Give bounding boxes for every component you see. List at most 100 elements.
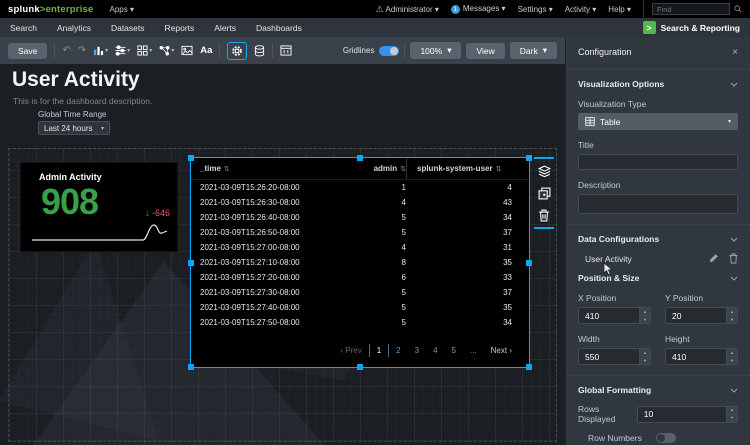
add-layout-button[interactable]: ▾ xyxy=(137,45,152,56)
configuration-panel-button[interactable] xyxy=(227,42,247,60)
global-formatting-label: Global Formatting xyxy=(578,385,651,395)
layers-button[interactable] xyxy=(538,165,551,178)
messages-menu[interactable]: 1Messages ▾ xyxy=(451,4,506,14)
cell-time: 2021-03-09T15:26:50-08:00 xyxy=(191,228,361,237)
dashboard-description: This is for the dashboard description. xyxy=(13,96,152,106)
increment-icon[interactable]: ▴ xyxy=(727,349,737,356)
selection-handle-middle-left[interactable] xyxy=(188,260,194,266)
administrator-menu[interactable]: ⚠ Administrator ▾ xyxy=(376,4,439,15)
row-numbers-toggle[interactable] xyxy=(656,433,676,443)
activity-menu[interactable]: Activity ▾ xyxy=(565,5,597,14)
sort-icon: ⇅ xyxy=(496,165,502,173)
nav-item-reports[interactable]: Reports xyxy=(165,23,195,33)
nav-item-dashboards[interactable]: Dashboards xyxy=(256,23,302,33)
delete-button[interactable] xyxy=(538,209,550,222)
decrement-icon[interactable]: ▾ xyxy=(727,315,737,323)
decrement-icon[interactable]: ▾ xyxy=(727,414,737,422)
source-editor-button[interactable] xyxy=(280,45,292,56)
pagination-next[interactable]: Next › xyxy=(484,344,519,357)
selection-handle-top-left[interactable] xyxy=(188,155,194,161)
add-shapes-button[interactable]: ▾ xyxy=(159,45,174,56)
app-context[interactable]: > Search & Reporting xyxy=(643,21,740,34)
apps-menu[interactable]: Apps ▾ xyxy=(110,5,134,14)
cell-system-user: 37 xyxy=(406,228,521,237)
nav-item-datasets[interactable]: Datasets xyxy=(111,23,145,33)
add-input-button[interactable]: ▾ xyxy=(115,45,130,56)
increment-icon[interactable]: ▴ xyxy=(640,308,650,315)
height-stepper[interactable]: 410 ▴▾ xyxy=(665,348,738,365)
redo-icon[interactable]: ↷ xyxy=(78,45,86,56)
theme-dropdown[interactable]: Dark ▾ xyxy=(510,42,557,59)
selection-handle-middle-right[interactable] xyxy=(526,260,532,266)
nav-item-analytics[interactable]: Analytics xyxy=(57,23,91,33)
delete-datasource-icon[interactable] xyxy=(729,253,738,264)
edit-pencil-icon[interactable] xyxy=(709,253,719,264)
add-image-button[interactable] xyxy=(181,45,193,56)
help-menu[interactable]: Help ▾ xyxy=(608,5,631,14)
cell-time: 2021-03-09T15:27:10-08:00 xyxy=(191,258,361,267)
undo-icon[interactable]: ↶ xyxy=(62,45,70,56)
splunk-logo[interactable]: splunk>enterprise xyxy=(8,4,94,15)
cell-system-user: 4 xyxy=(406,183,521,192)
cell-system-user: 37 xyxy=(406,288,521,297)
column-header-time[interactable]: _time⇅ xyxy=(191,164,361,173)
zoom-level-dropdown[interactable]: 100%▾ xyxy=(410,42,461,59)
selection-handle-bottom-left[interactable] xyxy=(188,364,194,370)
time-range-value: Last 24 hours xyxy=(44,124,92,133)
time-range-dropdown[interactable]: Last 24 hours ▾ xyxy=(38,121,110,135)
selection-handle-bottom-right[interactable] xyxy=(526,364,532,370)
decrement-icon[interactable]: ▾ xyxy=(727,356,737,364)
find-input[interactable] xyxy=(652,3,730,15)
table-row: 2021-03-09T15:27:10-08:00835 xyxy=(191,255,529,270)
single-value-panel[interactable]: Admin Activity 908 ↓ -646 xyxy=(20,162,178,252)
column-header-system-user[interactable]: splunk-system-user⇅ xyxy=(406,158,521,179)
y-position-stepper[interactable]: 20 ▴▾ xyxy=(665,307,738,324)
save-button[interactable]: Save xyxy=(8,43,47,59)
duplicate-button[interactable] xyxy=(538,187,551,200)
height-value: 410 xyxy=(666,349,726,364)
increment-icon[interactable]: ▴ xyxy=(727,407,737,414)
pagination-page-2[interactable]: 2 xyxy=(389,344,407,357)
cell-admin: 5 xyxy=(361,288,406,297)
width-stepper[interactable]: 550 ▴▾ xyxy=(578,348,651,365)
chevron-down-icon: ▾ xyxy=(543,45,547,56)
decrement-icon[interactable]: ▾ xyxy=(640,315,650,323)
selection-handle-bottom-middle[interactable] xyxy=(357,364,363,370)
pagination-prev[interactable]: ‹ Prev xyxy=(333,344,368,357)
description-input[interactable] xyxy=(578,194,738,214)
viz-type-dropdown[interactable]: Table ▾ xyxy=(578,113,738,130)
cell-time: 2021-03-09T15:27:20-08:00 xyxy=(191,273,361,282)
top-app-bar: splunk>enterprise Apps ▾ ⚠ Administrator… xyxy=(0,0,750,18)
logo-secondary: >enterprise xyxy=(40,4,94,15)
global-formatting-section-header[interactable]: Global Formatting xyxy=(578,385,738,395)
table-panel[interactable]: _time⇅ admin⇅ splunk-system-user⇅ 2021-0… xyxy=(190,157,530,368)
column-header-admin[interactable]: admin⇅ xyxy=(361,164,406,173)
gridlines-toggle[interactable] xyxy=(379,46,399,56)
x-position-stepper[interactable]: 410 ▴▾ xyxy=(578,307,651,324)
settings-menu[interactable]: Settings ▾ xyxy=(518,5,553,14)
pagination-page-5[interactable]: 5 xyxy=(445,344,463,357)
pagination-page-3[interactable]: 3 xyxy=(408,344,426,357)
close-icon[interactable]: × xyxy=(732,47,738,58)
cell-time: 2021-03-09T15:27:30-08:00 xyxy=(191,288,361,297)
nav-item-alerts[interactable]: Alerts xyxy=(214,23,236,33)
selection-handle-top-middle[interactable] xyxy=(357,155,363,161)
view-button[interactable]: View xyxy=(466,43,504,59)
viz-options-section-header[interactable]: Visualization Options xyxy=(578,79,738,89)
pagination-page-4[interactable]: 4 xyxy=(426,344,444,357)
rows-displayed-stepper[interactable]: 10 ▴▾ xyxy=(637,406,738,423)
position-size-section-header[interactable]: Position & Size xyxy=(578,273,738,283)
nav-item-search[interactable]: Search xyxy=(10,23,37,33)
decrement-icon[interactable]: ▾ xyxy=(640,356,650,364)
title-input[interactable] xyxy=(578,154,738,170)
pagination-page-1[interactable]: 1 xyxy=(369,344,389,357)
add-text-button[interactable]: Aa xyxy=(200,45,212,56)
increment-icon[interactable]: ▴ xyxy=(727,308,737,315)
data-sources-button[interactable] xyxy=(254,45,265,57)
data-config-section-header[interactable]: Data Configurations xyxy=(578,234,738,244)
increment-icon[interactable]: ▴ xyxy=(640,349,650,356)
section-divider xyxy=(566,69,750,70)
add-chart-button[interactable]: ▾ xyxy=(93,45,108,56)
selection-handle-top-right[interactable] xyxy=(526,155,532,161)
theme-value: Dark xyxy=(520,46,538,56)
